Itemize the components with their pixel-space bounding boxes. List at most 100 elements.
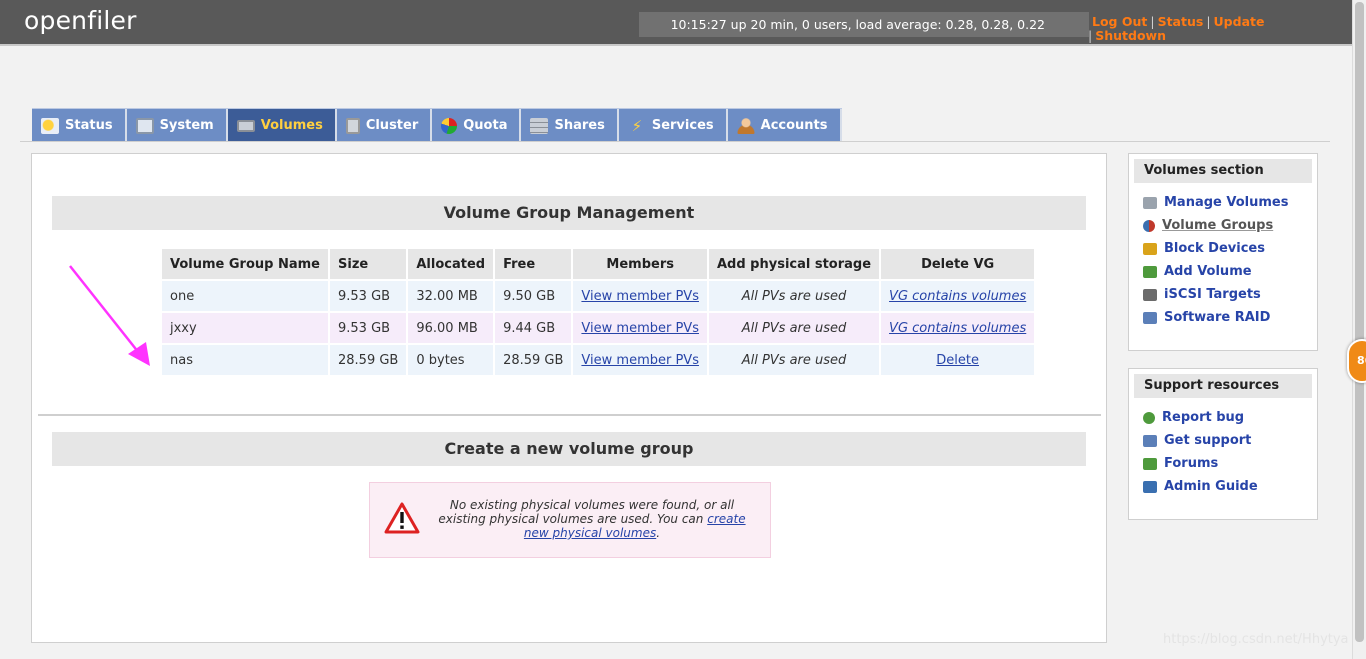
sidebar-item-block-devices[interactable]: Block Devices (1143, 237, 1317, 260)
vg-free: 28.59 GB (495, 345, 572, 375)
tab-label: System (159, 118, 214, 133)
sidebar-item-software-raid[interactable]: Software RAID (1143, 306, 1317, 329)
create-vg-title: Create a new volume group (52, 432, 1086, 466)
table-row: one 9.53 GB 32.00 MB 9.50 GB View member… (162, 281, 1035, 311)
sidebar-item-label: Block Devices (1164, 241, 1265, 256)
section-divider (38, 414, 1101, 416)
vg-contains-volumes-link[interactable]: VG contains volumes (881, 281, 1035, 311)
vg-allocated: 96.00 MB (408, 313, 494, 343)
view-member-pvs-link[interactable]: View member PVs (573, 345, 707, 375)
table-header-row: Volume Group Name Size Allocated Free Me… (162, 249, 1035, 279)
col-header: Members (573, 249, 707, 279)
warning-icon (384, 502, 420, 534)
tab-label: Quota (463, 118, 508, 133)
watermark-text: https://blog.csdn.net/Hhytya (1163, 632, 1349, 647)
lightning-icon: ⚡ (631, 116, 643, 135)
block-devices-icon (1143, 242, 1157, 255)
forums-icon (1143, 457, 1157, 470)
volume-groups-icon (1143, 219, 1155, 232)
view-member-pvs-link[interactable]: View member PVs (573, 281, 707, 311)
add-storage-status: All PVs are used (708, 281, 880, 311)
logout-link[interactable]: Log Out (1092, 14, 1147, 29)
pie-icon (441, 117, 458, 134)
main-panel: Volume Group Management Volume Group Nam… (31, 153, 1107, 643)
tab-baseline (20, 141, 1330, 142)
sidebar-item-label: Manage Volumes (1164, 195, 1289, 210)
header-links: Log Out | Status | Update | Shutdown (1088, 14, 1265, 43)
vg-management-title: Volume Group Management (52, 196, 1086, 230)
support-resources-panel: Support resources Report bug Get support… (1128, 368, 1318, 520)
col-header: Delete VG (881, 249, 1035, 279)
drive-icon (1143, 196, 1157, 209)
support-resources-title: Support resources (1134, 374, 1312, 398)
sidebar-item-forums[interactable]: Forums (1143, 452, 1317, 475)
vg-size: 9.53 GB (330, 313, 407, 343)
sidebar-item-label: Report bug (1162, 410, 1245, 425)
main-nav-tabs: Status System Volumes Cluster Quota Shar… (32, 108, 842, 142)
bug-icon (1143, 411, 1155, 424)
col-header: Free (495, 249, 572, 279)
monitor-icon (135, 117, 154, 134)
warning-message: No existing physical volumes were found,… (432, 498, 752, 540)
sidebar-item-label: iSCSI Targets (1164, 287, 1261, 302)
tab-accounts[interactable]: Accounts (727, 109, 842, 142)
delete-vg-link[interactable]: Delete (881, 345, 1035, 375)
volume-group-table: Volume Group Name Size Allocated Free Me… (160, 247, 1036, 377)
tab-label: Volumes (260, 118, 323, 133)
support-resources-menu: Report bug Get support Forums Admin Guid… (1129, 398, 1317, 498)
tab-system[interactable]: System (126, 109, 228, 142)
vg-free: 9.44 GB (495, 313, 572, 343)
no-pv-warning: No existing physical volumes were found,… (369, 482, 771, 558)
shares-icon (530, 117, 549, 134)
sidebar-item-admin-guide[interactable]: Admin Guide (1143, 475, 1317, 498)
tab-label: Status (65, 118, 113, 133)
tab-quota[interactable]: Quota (432, 109, 522, 142)
annotation-arrow (69, 265, 150, 366)
tab-services[interactable]: ⚡ Services (618, 109, 728, 142)
add-storage-status: All PVs are used (708, 345, 880, 375)
vg-contains-volumes-link[interactable]: VG contains volumes (881, 313, 1035, 343)
tab-shares[interactable]: Shares (521, 109, 619, 142)
shutdown-link[interactable]: Shutdown (1095, 28, 1166, 43)
vertical-scrollbar[interactable] (1352, 0, 1366, 659)
tab-label: Services (651, 118, 714, 133)
add-volume-icon (1143, 265, 1157, 278)
vg-name: jxxy (162, 313, 328, 343)
col-header: Add physical storage (708, 249, 880, 279)
sidebar-item-label: Admin Guide (1164, 479, 1258, 494)
tab-volumes[interactable]: Volumes (227, 109, 337, 142)
vg-name: one (162, 281, 328, 311)
sidebar-item-manage-volumes[interactable]: Manage Volumes (1143, 191, 1317, 214)
uptime-status: 10:15:27 up 20 min, 0 users, load averag… (639, 12, 1089, 37)
sidebar-item-volume-groups[interactable]: Volume Groups (1143, 214, 1317, 237)
status-link[interactable]: Status (1158, 14, 1204, 29)
cluster-icon (345, 117, 360, 134)
vg-size: 28.59 GB (330, 345, 407, 375)
volumes-section-title: Volumes section (1134, 159, 1312, 183)
vg-allocated: 32.00 MB (408, 281, 494, 311)
vg-allocated: 0 bytes (408, 345, 494, 375)
tab-cluster[interactable]: Cluster (336, 109, 433, 142)
sidebar-item-report-bug[interactable]: Report bug (1143, 406, 1317, 429)
tab-label: Shares (554, 118, 605, 133)
update-link[interactable]: Update (1214, 14, 1265, 29)
floating-badge[interactable]: 86 (1347, 339, 1366, 383)
sidebar-item-label: Forums (1164, 456, 1219, 471)
sidebar-item-add-volume[interactable]: Add Volume (1143, 260, 1317, 283)
view-member-pvs-link[interactable]: View member PVs (573, 313, 707, 343)
tab-status[interactable]: Status (32, 109, 127, 142)
sidebar-item-label: Get support (1164, 433, 1252, 448)
scrollbar-thumb[interactable] (1355, 2, 1364, 642)
table-row: jxxy 9.53 GB 96.00 MB 9.44 GB View membe… (162, 313, 1035, 343)
col-header: Volume Group Name (162, 249, 328, 279)
sidebar-item-get-support[interactable]: Get support (1143, 429, 1317, 452)
col-header: Size (330, 249, 407, 279)
drive-icon (236, 119, 255, 132)
sidebar-item-label: Add Volume (1164, 264, 1252, 279)
top-header: openfiler 10:15:27 up 20 min, 0 users, l… (0, 0, 1352, 46)
iscsi-icon (1143, 288, 1157, 301)
weather-icon (41, 117, 59, 134)
sidebar-item-iscsi-targets[interactable]: iSCSI Targets (1143, 283, 1317, 306)
add-storage-status: All PVs are used (708, 313, 880, 343)
sidebar-item-label: Software RAID (1164, 310, 1271, 325)
